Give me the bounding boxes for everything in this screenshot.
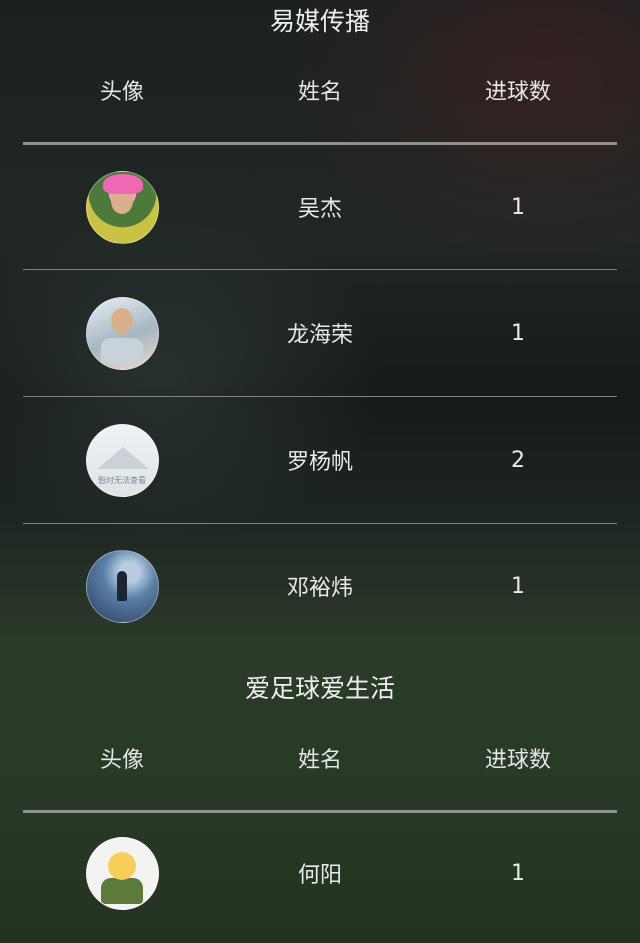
avatar-cell — [23, 170, 221, 244]
photo-avatar-pink-hat-icon[interactable] — [85, 170, 159, 244]
player-goals: 1 — [511, 573, 525, 599]
player-goals: 1 — [511, 194, 525, 220]
avatar-cell — [23, 296, 221, 370]
table-header: 头像 姓名 进球数 — [23, 38, 617, 145]
team-section-1: 易媒传播 头像 姓名 进球数 吴杰 1 龙海荣 1 暂时无法查看 罗杨帆 2 邓… — [0, 0, 640, 648]
header-name: 姓名 — [297, 80, 342, 105]
header-avatar: 头像 — [99, 80, 144, 105]
cartoon-avatar-soldier-icon[interactable] — [85, 836, 159, 910]
avatar-placeholder-text: 暂时无法查看 — [98, 475, 146, 485]
avatar-cell — [23, 549, 221, 623]
header-goals: 进球数 — [484, 748, 551, 773]
avatar-cell: 暂时无法查看 — [23, 423, 221, 497]
team-title: 易媒传播 — [269, 7, 370, 36]
player-goals: 2 — [511, 447, 525, 473]
team-section-2: 爱足球爱生活 头像 姓名 进球数 何阳 1 — [0, 648, 640, 933]
table-row[interactable]: 何阳 1 — [23, 813, 617, 933]
header-name: 姓名 — [297, 748, 342, 773]
table-header: 头像 姓名 进球数 — [23, 706, 617, 813]
player-list: 何阳 1 — [0, 813, 640, 933]
photo-avatar-person-sitting-icon[interactable] — [85, 296, 159, 370]
player-goals: 1 — [511, 860, 525, 886]
header-avatar: 头像 — [99, 748, 144, 773]
player-list: 吴杰 1 龙海荣 1 暂时无法查看 罗杨帆 2 邓裕炜 1 — [0, 145, 640, 648]
player-name: 罗杨帆 — [286, 450, 353, 475]
player-name: 吴杰 — [297, 197, 342, 222]
table-row[interactable]: 邓裕炜 1 — [23, 524, 617, 648]
avatar-cell — [23, 836, 221, 910]
player-name: 何阳 — [297, 863, 342, 888]
table-row[interactable]: 暂时无法查看 罗杨帆 2 — [23, 397, 617, 524]
header-goals: 进球数 — [484, 80, 551, 105]
placeholder-avatar-mountain-icon[interactable]: 暂时无法查看 — [85, 423, 159, 497]
team-title: 爱足球爱生活 — [244, 674, 395, 703]
player-name: 邓裕炜 — [286, 576, 353, 601]
player-goals: 1 — [511, 320, 525, 346]
player-name: 龙海荣 — [286, 323, 353, 348]
table-row[interactable]: 吴杰 1 — [23, 145, 617, 270]
photo-avatar-silhouette-icon[interactable] — [85, 549, 159, 623]
table-row[interactable]: 龙海荣 1 — [23, 270, 617, 397]
